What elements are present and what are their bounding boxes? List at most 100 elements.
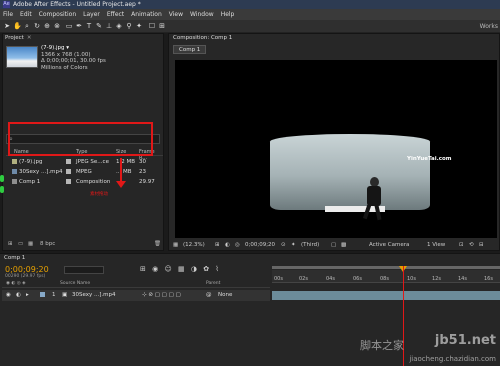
layer-row[interactable]: ◉ ◐ ▸ 1 ▣ 30Sexy ...].mp4 ⊹ ⊘ ▢ ▢ ▢ ▢ @ … (2, 290, 270, 301)
layer-name[interactable]: 30Sexy ...].mp4 (72, 292, 116, 298)
annotation-callout-text: 素材拖动 (90, 192, 108, 197)
label-color-swatch[interactable] (66, 159, 71, 164)
snapping-icon[interactable]: ⊞ (158, 22, 166, 30)
label-color-swatch[interactable] (66, 179, 71, 184)
roto-brush-tool-icon[interactable]: ⚲ (125, 22, 133, 30)
reset-exposure-icon[interactable]: ⟲ (469, 242, 474, 248)
snapping-checkbox-icon[interactable]: ☐ (148, 22, 156, 30)
new-folder-icon[interactable]: ▭ (18, 241, 23, 247)
list-item[interactable]: 30Sexy ...].mp4 MPEG ... MB 23 (6, 167, 163, 177)
brush-tool-icon[interactable]: ✎ (95, 22, 103, 30)
workspace-label[interactable]: Works (480, 23, 498, 30)
timeline-current-time[interactable]: 0;00;09;20 (5, 265, 49, 274)
zoom-tool-icon[interactable]: ⌕ (23, 22, 31, 30)
timeline-tab[interactable]: Comp 1 (4, 255, 25, 261)
layer-duration-bar[interactable] (272, 291, 500, 300)
frame-blending-icon[interactable]: ▦ (178, 265, 185, 273)
brainstorm-icon[interactable]: ✿ (203, 265, 209, 273)
time-ruler[interactable]: 00s 02s 04s 06s 08s 10s 12s 14s 16s (272, 270, 500, 283)
annotation-highlight-box (8, 122, 153, 156)
audio-icon[interactable]: ◐ (16, 292, 21, 298)
project-tab[interactable]: Project ✕ (5, 35, 31, 43)
menu-edit[interactable]: Edit (20, 11, 32, 18)
window-title: Adobe After Effects - Untitled Project.a… (13, 1, 141, 8)
region-of-interest-icon[interactable]: ▢ (331, 242, 336, 248)
camera-snapshot-icon[interactable]: ⊙ (281, 242, 286, 248)
menu-effect[interactable]: Effect (107, 11, 124, 18)
always-preview-icon[interactable]: ▦ (173, 242, 178, 248)
snapshot-icon[interactable]: ◎ (235, 242, 240, 248)
annotation-arrow-icon (116, 181, 126, 188)
grid-icon[interactable]: ⊞ (215, 242, 220, 248)
layer-label-color[interactable] (40, 292, 45, 297)
current-time[interactable]: 0;00;09;20 (245, 242, 275, 248)
composition-subtab[interactable]: Comp 1 (173, 45, 207, 54)
video-frame-backdrop (270, 134, 430, 210)
rectangle-tool-icon[interactable]: ▭ (65, 22, 73, 30)
hand-tool-icon[interactable]: ✋ (13, 22, 22, 30)
video-visibility-icon[interactable]: ◉ (6, 292, 11, 298)
menu-animation[interactable]: Animation (131, 11, 162, 18)
av-switches-icon: ◉ ◐ ◎ ◈ (6, 281, 26, 286)
expand-layer-icon[interactable]: ▸ (26, 292, 29, 298)
column-parent[interactable]: Parent (206, 281, 220, 286)
transparency-grid-icon[interactable]: ▩ (341, 242, 346, 248)
flowchart-icon[interactable]: ⊟ (479, 242, 484, 248)
composition-viewer[interactable]: YinYueTai.com (175, 60, 497, 238)
eraser-tool-icon[interactable]: ◈ (115, 22, 123, 30)
camera-select[interactable]: Active Camera (369, 242, 409, 248)
video-watermark: YinYueTai.com (407, 156, 452, 162)
menu-layer[interactable]: Layer (83, 11, 100, 18)
new-composition-icon[interactable]: ▦ (28, 241, 33, 247)
puppet-pin-tool-icon[interactable]: ✦ (135, 22, 143, 30)
clone-stamp-tool-icon[interactable]: ⊥ (105, 22, 113, 30)
magnification-select[interactable]: (12.3%) (183, 242, 205, 248)
show-channel-icon[interactable]: ✦ (291, 242, 296, 248)
bit-depth[interactable]: 8 bpc (40, 241, 55, 247)
timeline-frame-rate: 00290 (29.97 fps) (5, 274, 46, 279)
close-icon[interactable]: ✕ (27, 35, 32, 41)
shy-layers-icon[interactable]: ☺ (164, 265, 171, 273)
tools-toolbar: ➤ ✋ ⌕ ↻ ⊕ ⊗ ▭ ✒ T ✎ ⊥ ◈ ⚲ ✦ ☐ ⊞ Works (0, 20, 500, 33)
selection-tool-icon[interactable]: ➤ (3, 22, 11, 30)
work-area-bar[interactable] (272, 266, 500, 269)
composition-footer-controls: ▦ (12.3%) ⊞ ◐ ◎ 0;00;09;20 ⊙ ✦ (Third) ▢… (169, 241, 499, 251)
parent-pick-whip-icon[interactable]: @ (206, 292, 212, 298)
interpret-footage-icon[interactable]: ⊞ (8, 241, 13, 247)
menu-view[interactable]: View (169, 11, 183, 18)
timeline-search-input[interactable] (64, 266, 104, 274)
pen-tool-icon[interactable]: ✒ (75, 22, 83, 30)
toggle-pixel-icon[interactable]: ⊡ (459, 242, 464, 248)
draft-3d-icon[interactable]: ◉ (152, 265, 158, 273)
label-color-swatch[interactable] (66, 169, 71, 174)
menu-composition[interactable]: Composition (39, 11, 76, 18)
title-bar: Ae Adobe After Effects - Untitled Projec… (0, 0, 500, 9)
menu-help[interactable]: Help (221, 11, 235, 18)
list-item[interactable]: (7-9).jpg JPEG Se...ce 1.2 MB 30 (6, 157, 163, 167)
rotate-tool-icon[interactable]: ↻ (33, 22, 41, 30)
graph-editor-icon[interactable]: ⌇ (215, 265, 218, 273)
timeline-column-headers: ◉ ◐ ◎ ◈ Source Name Parent (2, 281, 270, 288)
comp-mini-flowchart-icon[interactable]: ⊞ (140, 265, 146, 273)
motion-blur-icon[interactable]: ◑ (191, 265, 197, 273)
mask-visibility-icon[interactable]: ◐ (225, 242, 230, 248)
dancer-figure-body (367, 186, 381, 206)
resolution-select[interactable]: (Third) (301, 242, 319, 248)
layer-switches-icon[interactable]: ⊹ ⊘ ▢ ▢ ▢ ▢ (142, 292, 181, 298)
layer-type-icon: ▣ (62, 292, 68, 298)
view-layout-select[interactable]: 1 View (427, 242, 445, 248)
list-item[interactable]: Comp 1 Composition 29.97 (6, 177, 163, 187)
pan-behind-tool-icon[interactable]: ⊗ (53, 22, 61, 30)
column-source-name[interactable]: Source Name (60, 281, 90, 286)
timeline-panel: Comp 1 0;00;09;20 00290 (29.97 fps) ⊞ ◉ … (0, 253, 500, 366)
footage-info: (7-9).jpg ▾ 1366 x 768 (1.00) Δ 0;00;00;… (41, 45, 106, 71)
video-file-icon (12, 169, 17, 174)
text-tool-icon[interactable]: T (85, 22, 93, 30)
trash-icon[interactable]: 🗑 (154, 241, 161, 247)
menu-window[interactable]: Window (190, 11, 214, 18)
parent-select[interactable]: None (218, 292, 232, 298)
composition-tab[interactable]: Composition: Comp 1 (173, 35, 232, 41)
menu-file[interactable]: File (3, 11, 13, 18)
annotation-green-marks (0, 175, 6, 205)
camera-tool-icon[interactable]: ⊕ (43, 22, 51, 30)
